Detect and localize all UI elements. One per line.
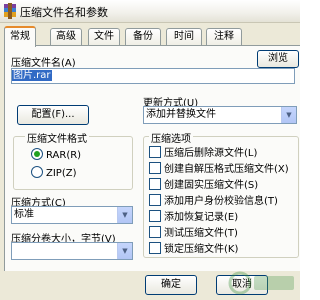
checkbox-icon xyxy=(149,162,161,174)
option-label: 创建固实压缩文件(S) xyxy=(164,180,259,191)
option-label: 测试压缩文件(T) xyxy=(164,228,238,239)
volume-size-combo[interactable]: ▼ xyxy=(11,242,133,260)
update-mode-value: 添加并替换文件 xyxy=(146,109,216,120)
browse-button[interactable]: 浏览(B)... xyxy=(257,50,299,80)
option-label: 添加用户身份校验信息(T) xyxy=(164,196,278,207)
format-rar-label: RAR(R) xyxy=(46,150,82,161)
option-recovery-checkbox[interactable]: 添加恢复记录(E) xyxy=(149,208,239,223)
option-sfx-checkbox[interactable]: 创建自解压格式压缩文件(X) xyxy=(149,160,289,175)
checkbox-icon xyxy=(149,210,161,222)
option-solid-checkbox[interactable]: 创建固实压缩文件(S) xyxy=(149,176,259,191)
profiles-button[interactable]: 配置(F)... xyxy=(17,105,89,125)
compression-method-value: 标准 xyxy=(14,209,34,220)
general-tab-panel: 压缩文件名(A) 浏览(B)... 图片.rar 更新方式(U) 添加并替换文件… xyxy=(4,45,300,272)
checkbox-icon xyxy=(149,242,161,254)
archiving-options-label: 压缩选项 xyxy=(149,130,193,145)
checkbox-icon xyxy=(149,146,161,158)
radio-unselected-icon xyxy=(31,166,43,178)
volume-size-value xyxy=(12,245,14,256)
option-lock-checkbox[interactable]: 锁定压缩文件(K) xyxy=(149,240,239,255)
ok-button[interactable]: 确定 xyxy=(145,275,197,295)
option-label: 添加恢复记录(E) xyxy=(164,212,239,223)
option-label: 创建自解压格式压缩文件(X) xyxy=(164,164,289,175)
chevron-down-icon: ▼ xyxy=(117,243,132,259)
checkbox-icon xyxy=(149,178,161,190)
checkbox-icon xyxy=(149,226,161,238)
chevron-down-icon: ▼ xyxy=(117,207,132,223)
format-zip-radio[interactable]: ZIP(Z) xyxy=(31,166,76,179)
update-mode-select[interactable]: 添加并替换文件 ▼ xyxy=(143,106,297,124)
watermark-logo xyxy=(228,271,294,295)
chevron-down-icon: ▼ xyxy=(281,107,296,123)
tab-comment[interactable]: 注释 xyxy=(206,28,242,45)
archive-format-label: 压缩文件格式 xyxy=(25,130,89,145)
tab-advanced[interactable]: 高级 xyxy=(50,28,82,45)
format-rar-radio[interactable]: RAR(R) xyxy=(31,148,81,161)
option-delete-files-checkbox[interactable]: 压缩后删除源文件(L) xyxy=(149,144,258,159)
radio-selected-icon xyxy=(31,148,43,160)
window-title: 压缩文件名和参数 xyxy=(20,6,108,19)
archive-name-input[interactable]: 图片.rar xyxy=(11,68,295,84)
checkbox-icon xyxy=(149,194,161,206)
tab-time[interactable]: 时间 xyxy=(166,28,202,45)
tab-backup[interactable]: 备份 xyxy=(125,28,161,45)
tab-general[interactable]: 常规 xyxy=(4,26,36,47)
option-label: 压缩后删除源文件(L) xyxy=(164,148,258,159)
format-zip-label: ZIP(Z) xyxy=(46,168,77,179)
title-bar[interactable]: 压缩文件名和参数 xyxy=(0,0,300,23)
tab-strip: 常规 高级 文件 备份 时间 注释 xyxy=(4,26,300,47)
archive-name-label: 压缩文件名(A) xyxy=(11,58,76,69)
dialog-window: 压缩文件名和参数 常规 高级 文件 备份 时间 注释 压缩文件名(A) 浏览(B… xyxy=(0,0,300,300)
option-test-checkbox[interactable]: 测试压缩文件(T) xyxy=(149,224,238,239)
archive-name-value: 图片.rar xyxy=(12,70,52,81)
compression-method-select[interactable]: 标准 ▼ xyxy=(11,206,133,224)
tab-files[interactable]: 文件 xyxy=(88,28,120,45)
option-label: 锁定压缩文件(K) xyxy=(164,244,239,255)
winrar-icon xyxy=(4,3,16,19)
option-authenticity-checkbox[interactable]: 添加用户身份校验信息(T) xyxy=(149,192,278,207)
